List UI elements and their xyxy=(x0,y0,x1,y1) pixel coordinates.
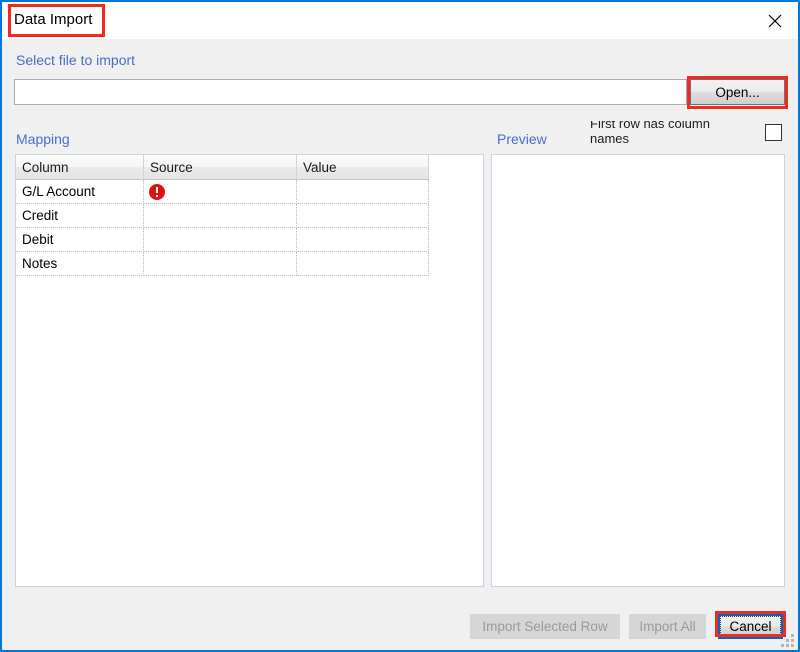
cancel-button[interactable]: Cancel xyxy=(718,614,783,639)
cell-source[interactable] xyxy=(143,203,297,228)
data-import-dialog: Data Import Select file to import Open..… xyxy=(0,0,800,652)
cell-source[interactable] xyxy=(143,179,297,204)
mapping-section-label: Mapping xyxy=(16,131,70,147)
error-icon xyxy=(149,183,165,200)
mapping-panel: Column Source Value G/L Account Credit D… xyxy=(15,154,484,587)
preview-section-label: Preview xyxy=(497,131,547,147)
close-button[interactable] xyxy=(752,2,798,39)
table-row[interactable]: G/L Account xyxy=(16,179,429,204)
cell-value[interactable] xyxy=(296,227,429,252)
window-title: Data Import xyxy=(14,11,93,28)
cancel-button-label: Cancel xyxy=(720,616,781,637)
table-row[interactable]: Debit xyxy=(16,227,429,252)
cell-source[interactable] xyxy=(143,227,297,252)
first-row-has-column-names-label: First row has column names xyxy=(590,121,710,145)
first-row-label-container: First row has column names xyxy=(590,121,750,145)
import-all-button[interactable]: Import All xyxy=(629,614,706,639)
cell-column[interactable]: Debit xyxy=(16,227,144,252)
cell-column[interactable]: Credit xyxy=(16,203,144,228)
title-bar: Data Import xyxy=(2,0,798,39)
grid-header-value[interactable]: Value xyxy=(296,155,429,180)
close-icon xyxy=(768,14,782,28)
preview-panel[interactable] xyxy=(491,154,785,587)
table-row[interactable]: Notes xyxy=(16,251,429,276)
cell-source[interactable] xyxy=(143,251,297,276)
mapping-grid[interactable]: Column Source Value G/L Account Credit D… xyxy=(16,155,429,276)
cell-value[interactable] xyxy=(296,179,429,204)
import-selected-row-button[interactable]: Import Selected Row xyxy=(470,614,620,639)
grid-header-column[interactable]: Column xyxy=(16,155,144,180)
cell-column[interactable]: G/L Account xyxy=(16,179,144,204)
cell-column[interactable]: Notes xyxy=(16,251,144,276)
dialog-body: Select file to import Open... Mapping Pr… xyxy=(2,39,798,650)
file-path-input[interactable] xyxy=(14,79,687,105)
cell-value[interactable] xyxy=(296,251,429,276)
cell-value[interactable] xyxy=(296,203,429,228)
grid-header-row: Column Source Value xyxy=(16,155,429,180)
table-row[interactable]: Credit xyxy=(16,203,429,228)
open-button[interactable]: Open... xyxy=(690,79,785,105)
first-row-has-column-names-checkbox[interactable] xyxy=(765,124,782,141)
select-file-label: Select file to import xyxy=(16,52,136,68)
grid-header-source[interactable]: Source xyxy=(143,155,297,180)
resize-grip[interactable] xyxy=(781,634,794,647)
